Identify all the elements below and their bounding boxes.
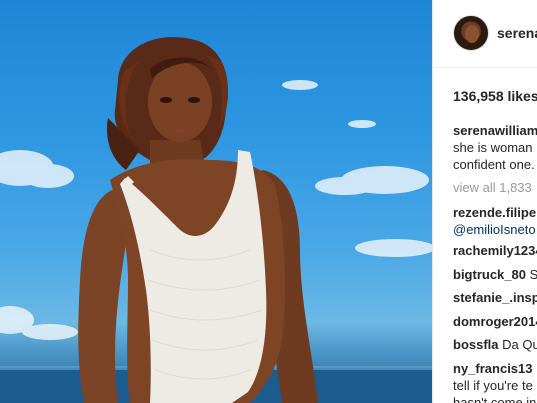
comment-1: rezende.filipe: [453, 205, 536, 220]
comment-mention[interactable]: @emilioIsneto: [453, 222, 536, 237]
photo-illustration: [0, 36, 432, 403]
comment-text: Da Qu: [502, 337, 537, 352]
comment-7: ny_francis13 @: [453, 361, 537, 376]
comment-username[interactable]: stefanie_.insp: [453, 290, 537, 305]
avatar-face: [465, 25, 479, 43]
comment-username[interactable]: bigtruck_80: [453, 267, 526, 282]
comment-7-text-2: tell if you're te: [453, 378, 533, 393]
caption-text-3: confident one.: [453, 157, 535, 172]
comment-7-text-3: hasn't come in: [453, 395, 536, 403]
post-sidebar: serenawilliams 136,958 likes serenawilli…: [432, 0, 537, 403]
avatar[interactable]: [453, 15, 489, 51]
comment-1-text: @emilioIsneto: [453, 222, 536, 237]
post-header: serenawilliams: [433, 0, 537, 68]
comment-5: domroger2014: [453, 314, 537, 329]
caption-line-3: confident one.: [453, 157, 535, 172]
comment-3: bigtruck_80 S: [453, 267, 537, 282]
comment-2: rachemily1234: [453, 243, 537, 258]
comment-username[interactable]: rezende.filipe: [453, 205, 536, 220]
post-photo[interactable]: [0, 0, 432, 403]
comment-text: hasn't come in: [453, 395, 537, 403]
caption-text-2: she is woman: [453, 140, 533, 155]
post-username[interactable]: serenawilliams: [497, 25, 537, 41]
comment-4: stefanie_.insp: [453, 290, 537, 305]
caption-line-2: she is woman: [453, 140, 532, 155]
comment-text: tell if you're te: [453, 378, 533, 393]
comment-username[interactable]: rachemily1234: [453, 243, 537, 258]
likes-count[interactable]: 136,958 likes: [453, 88, 537, 104]
comment-text: S: [530, 267, 537, 282]
comment-6: bossfla Da Qu: [453, 337, 537, 352]
comment-username[interactable]: bossfla: [453, 337, 499, 352]
caption-line-1: serenawilliams: [453, 123, 537, 138]
comment-username[interactable]: ny_francis13: [453, 361, 533, 376]
comment-username[interactable]: domroger2014: [453, 314, 537, 329]
view-all-comments[interactable]: view all 1,833: [453, 180, 532, 195]
caption-username[interactable]: serenawilliams: [453, 123, 537, 138]
